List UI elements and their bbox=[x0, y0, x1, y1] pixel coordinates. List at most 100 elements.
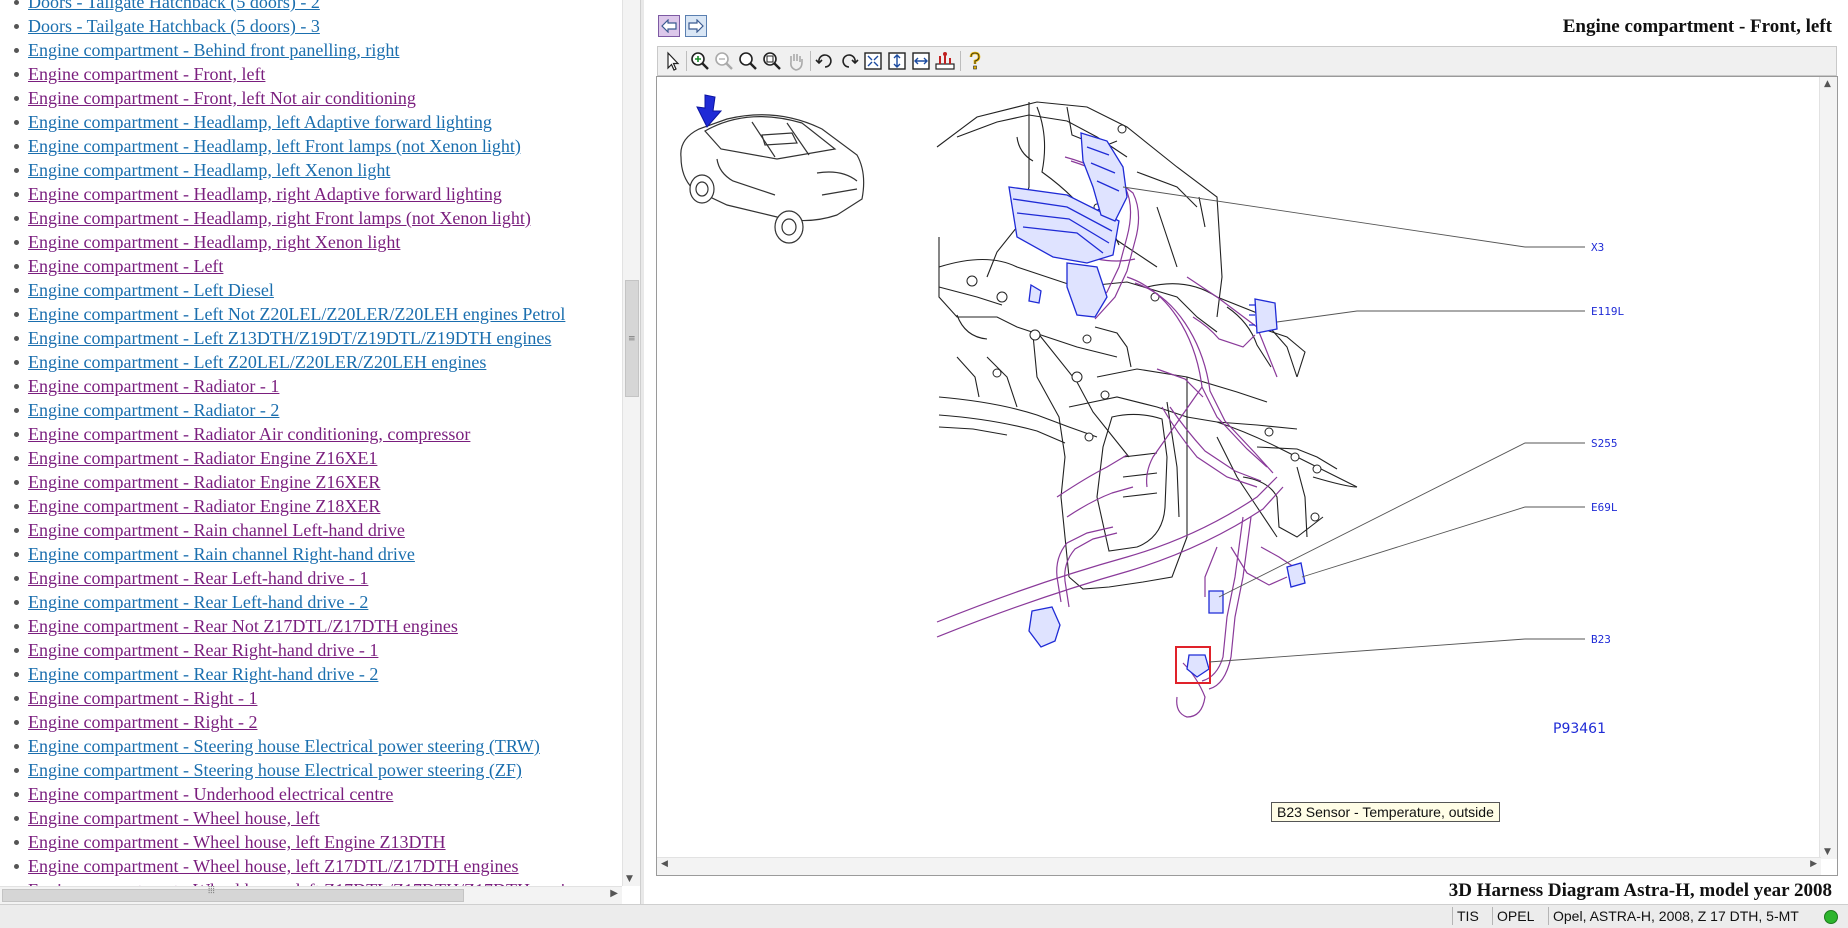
status-app: TIS bbox=[1452, 907, 1492, 925]
list-item: Engine compartment - Left Z20LEL/Z20LER/… bbox=[0, 350, 620, 374]
diagram-horizontal-scrollbar[interactable]: ◀ ▶ bbox=[657, 857, 1821, 875]
topic-link[interactable]: Engine compartment - Right - 1 bbox=[28, 688, 257, 708]
list-item: Engine compartment - Headlamp, left Adap… bbox=[0, 110, 620, 134]
callout-x3[interactable]: X3 bbox=[1591, 241, 1604, 254]
scroll-right-arrow-icon[interactable]: ▶ bbox=[610, 888, 618, 899]
callout-e69l[interactable]: E69L bbox=[1591, 501, 1618, 514]
list-item: Engine compartment - Headlamp, left Xeno… bbox=[0, 158, 620, 182]
topic-link[interactable]: Engine compartment - Wheel house, left bbox=[28, 808, 320, 828]
topic-link[interactable]: Engine compartment - Radiator - 1 bbox=[28, 376, 279, 396]
list-item: Engine compartment - Headlamp, left Fron… bbox=[0, 134, 620, 158]
back-button[interactable] bbox=[658, 15, 680, 37]
topic-link[interactable]: Engine compartment - Rear Left-hand driv… bbox=[28, 568, 368, 588]
topic-link[interactable]: Engine compartment - Radiator Engine Z16… bbox=[28, 472, 380, 492]
pan-hand-icon[interactable] bbox=[785, 50, 807, 72]
diagram-vertical-scrollbar[interactable]: ▲ ▼ bbox=[1819, 77, 1837, 859]
topic-link[interactable]: Engine compartment - Behind front panell… bbox=[28, 40, 399, 60]
topic-link[interactable]: Engine compartment - Right - 2 bbox=[28, 712, 257, 732]
topic-link[interactable]: Engine compartment - Steering house Elec… bbox=[28, 736, 540, 756]
topic-link[interactable]: Engine compartment - Headlamp, left Adap… bbox=[28, 112, 492, 132]
topic-link[interactable]: Engine compartment - Headlamp, right Xen… bbox=[28, 232, 400, 252]
rotate-ccw-icon[interactable] bbox=[838, 50, 860, 72]
page-title: Engine compartment - Front, left bbox=[1562, 16, 1832, 37]
fit-height-icon[interactable] bbox=[886, 50, 908, 72]
list-item: Engine compartment - Rear Left-hand driv… bbox=[0, 566, 620, 590]
pointer-icon[interactable] bbox=[662, 50, 684, 72]
list-item: Doors - Tailgate Hatchback (5 doors) - 2 bbox=[0, 0, 620, 14]
topic-link[interactable]: Engine compartment - Underhood electrica… bbox=[28, 784, 393, 804]
list-item: Engine compartment - Radiator Air condit… bbox=[0, 422, 620, 446]
left-vertical-scrollbar[interactable]: ≡ ▼ bbox=[622, 0, 640, 886]
list-item: Engine compartment - Left Diesel bbox=[0, 278, 620, 302]
topic-link[interactable]: Engine compartment - Headlamp, left Xeno… bbox=[28, 160, 390, 180]
viewer-toolbar bbox=[657, 46, 1837, 76]
status-bar: TIS OPEL Opel, ASTRA-H, 2008, Z 17 DTH, … bbox=[0, 904, 1848, 928]
diagram-canvas[interactable]: X3 E119L S255 E69L B23 P93461 ▲ ▼ ◀ ▶ bbox=[656, 76, 1838, 876]
topic-link[interactable]: Engine compartment - Left Not Z20LEL/Z20… bbox=[28, 304, 565, 324]
rotate-cw-icon[interactable] bbox=[814, 50, 836, 72]
scroll-down-arrow-icon[interactable]: ▼ bbox=[626, 874, 633, 884]
topic-link[interactable]: Engine compartment - Radiator Engine Z18… bbox=[28, 496, 380, 516]
list-item: Engine compartment - Rear Right-hand dri… bbox=[0, 662, 620, 686]
diagram-footer-title: 3D Harness Diagram Astra-H, model year 2… bbox=[1448, 880, 1832, 901]
status-brand: OPEL bbox=[1492, 907, 1548, 925]
zoom-in-icon[interactable] bbox=[689, 50, 711, 72]
topic-link[interactable]: Engine compartment - Wheel house, left Z… bbox=[28, 856, 519, 876]
grip-icon: ⦙⦙⦙ bbox=[208, 885, 215, 896]
topic-link[interactable]: Doors - Tailgate Hatchback (5 doors) - 2 bbox=[28, 0, 320, 12]
zoom-dynamic-icon[interactable] bbox=[761, 50, 783, 72]
topic-link[interactable]: Engine compartment - Rain channel Right-… bbox=[28, 544, 415, 564]
list-item: Engine compartment - Left Z13DTH/Z19DT/Z… bbox=[0, 326, 620, 350]
callout-e119l[interactable]: E119L bbox=[1591, 305, 1624, 318]
topic-link[interactable]: Engine compartment - Rear Not Z17DTL/Z17… bbox=[28, 616, 458, 636]
callout-b23[interactable]: B23 bbox=[1591, 633, 1611, 646]
fit-all-icon[interactable] bbox=[862, 50, 884, 72]
list-item: Engine compartment - Right - 2 bbox=[0, 710, 620, 734]
scroll-down-arrow-icon[interactable]: ▼ bbox=[1824, 847, 1831, 857]
zoom-out-icon[interactable] bbox=[713, 50, 735, 72]
topic-link[interactable]: Engine compartment - Left bbox=[28, 256, 223, 276]
hotspots-icon[interactable] bbox=[934, 50, 956, 72]
fit-width-icon[interactable] bbox=[910, 50, 932, 72]
arrow-right-icon bbox=[688, 19, 704, 33]
topic-link[interactable]: Engine compartment - Rear Right-hand dri… bbox=[28, 640, 378, 660]
help-icon[interactable] bbox=[964, 50, 986, 72]
topic-link[interactable]: Engine compartment - Radiator - 2 bbox=[28, 400, 279, 420]
list-item: Engine compartment - Left bbox=[0, 254, 620, 278]
topic-link[interactable]: Engine compartment - Left Diesel bbox=[28, 280, 274, 300]
topic-link[interactable]: Engine compartment - Left Z20LEL/Z20LER/… bbox=[28, 352, 486, 372]
callout-s255[interactable]: S255 bbox=[1591, 437, 1618, 450]
topic-link[interactable]: Engine compartment - Rear Left-hand driv… bbox=[28, 592, 368, 612]
topic-link[interactable]: Engine compartment - Headlamp, right Fro… bbox=[28, 208, 531, 228]
topic-link[interactable]: Engine compartment - Steering house Elec… bbox=[28, 760, 522, 780]
forward-button[interactable] bbox=[685, 15, 707, 37]
zoom-window-icon[interactable] bbox=[737, 50, 759, 72]
list-item: Engine compartment - Headlamp, right Ada… bbox=[0, 182, 620, 206]
connection-status-icon bbox=[1824, 910, 1838, 924]
topic-link[interactable]: Engine compartment - Rear Right-hand dri… bbox=[28, 664, 378, 684]
topic-link[interactable]: Engine compartment - Left Z13DTH/Z19DT/Z… bbox=[28, 328, 551, 348]
list-item: Doors - Tailgate Hatchback (5 doors) - 3 bbox=[0, 14, 620, 38]
list-item: Engine compartment - Wheel house, left E… bbox=[0, 830, 620, 854]
component-tooltip: B23 Sensor - Temperature, outside bbox=[1271, 802, 1500, 822]
topic-link[interactable]: Engine compartment - Front, left Not air… bbox=[28, 88, 416, 108]
grip-icon: ≡ bbox=[628, 334, 636, 344]
list-item: Engine compartment - Steering house Elec… bbox=[0, 758, 620, 782]
scroll-left-arrow-icon[interactable]: ◀ bbox=[661, 859, 668, 869]
topic-link[interactable]: Engine compartment - Radiator Engine Z16… bbox=[28, 448, 377, 468]
topic-link[interactable]: Engine compartment - Front, left bbox=[28, 64, 265, 84]
topic-link[interactable]: Engine compartment - Radiator Air condit… bbox=[28, 424, 470, 444]
topic-link[interactable]: Engine compartment - Headlamp, left Fron… bbox=[28, 136, 521, 156]
left-horizontal-scrollbar[interactable]: ⦙⦙⦙ ▶ bbox=[0, 885, 622, 904]
left-hscroll-thumb[interactable] bbox=[2, 889, 464, 902]
locator-car-illustration bbox=[680, 114, 865, 244]
scroll-right-arrow-icon[interactable]: ▶ bbox=[1810, 859, 1817, 869]
list-item: Engine compartment - Headlamp, right Fro… bbox=[0, 206, 620, 230]
topic-link[interactable]: Engine compartment - Headlamp, right Ada… bbox=[28, 184, 502, 204]
engine-compartment-structure bbox=[936, 101, 1358, 590]
status-vehicle: Opel, ASTRA-H, 2008, Z 17 DTH, 5-MT bbox=[1548, 907, 1820, 925]
topic-link[interactable]: Engine compartment - Wheel house, left E… bbox=[28, 832, 446, 852]
topic-link[interactable]: Doors - Tailgate Hatchback (5 doors) - 3 bbox=[28, 16, 320, 36]
topic-link[interactable]: Engine compartment - Rain channel Left-h… bbox=[28, 520, 405, 540]
scroll-up-arrow-icon[interactable]: ▲ bbox=[1824, 79, 1831, 89]
